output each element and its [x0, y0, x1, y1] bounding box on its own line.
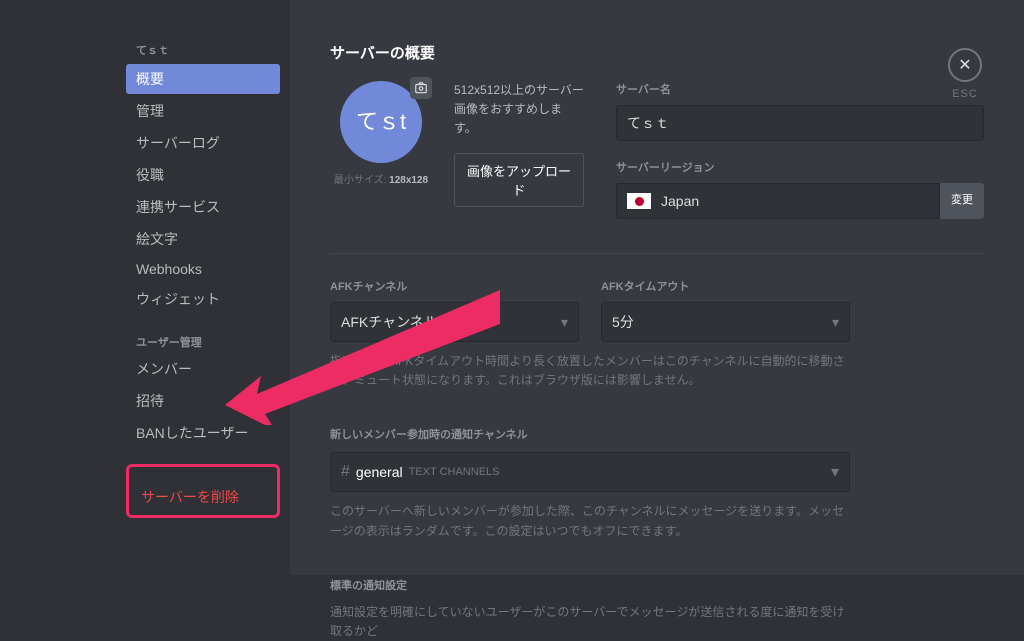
sidebar-item-emoji[interactable]: 絵文字 — [126, 224, 280, 254]
default-notif-help-text: 通知設定を明確にしていないユーザーがこのサーバーでメッセージが送信される度に通知… — [330, 603, 850, 641]
hash-icon: # — [341, 463, 350, 481]
settings-sidebar: てｓｔ 概要 管理 サーバーログ 役職 連携サービス 絵文字 Webhooks … — [0, 0, 290, 575]
change-region-button[interactable]: 変更 — [940, 183, 984, 219]
sidebar-item-invites[interactable]: 招待 — [126, 386, 280, 416]
sidebar-item-overview[interactable]: 概要 — [126, 64, 280, 94]
close-button[interactable]: ✕ ESC — [948, 48, 982, 100]
divider — [330, 253, 984, 254]
default-notif-heading: 標準の通知設定 — [330, 577, 850, 593]
main-content: ✕ ESC サーバーの概要 てｓt 最小サイズ: 128x128 512x512… — [290, 0, 1024, 575]
min-size-text: 最小サイズ: 128x128 — [330, 171, 432, 186]
sidebar-item-members[interactable]: メンバー — [126, 354, 280, 384]
afk-timeout-label: AFKタイムアウト — [601, 278, 850, 294]
sidebar-item-moderation[interactable]: 管理 — [126, 96, 280, 126]
close-label: ESC — [948, 88, 982, 100]
afk-channel-label: AFKチャンネル — [330, 278, 579, 294]
server-region-label: サーバーリージョン — [616, 159, 984, 175]
server-avatar[interactable]: てｓt — [340, 81, 422, 163]
upload-icon[interactable] — [410, 77, 432, 99]
upload-image-button[interactable]: 画像をアップロード — [454, 153, 584, 207]
close-icon: ✕ — [948, 48, 982, 82]
sidebar-item-roles[interactable]: 役職 — [126, 160, 280, 190]
page-title: サーバーの概要 — [330, 42, 984, 63]
sidebar-item-audit-log[interactable]: サーバーログ — [126, 128, 280, 158]
sidebar-item-integrations[interactable]: 連携サービス — [126, 192, 280, 222]
afk-help-text: 指定されたAFKタイムアウト時間より長く放置したメンバーはこのチャンネルに自動的… — [330, 352, 850, 390]
new-member-help-text: このサーバーへ新しいメンバーが参加した際、このチャンネルにメッセージを送ります。… — [330, 502, 850, 540]
sidebar-server-name: てｓｔ — [126, 42, 280, 64]
system-channel-select[interactable]: # general TEXT CHANNELS ▾ — [330, 452, 850, 492]
server-name-input[interactable] — [616, 105, 984, 141]
chevron-down-icon: ▾ — [561, 314, 568, 331]
avatar-initials: てｓt — [344, 111, 418, 133]
sidebar-heading-user-mgmt: ユーザー管理 — [126, 316, 280, 354]
delete-server-highlight: サーバーを削除 — [126, 464, 280, 518]
chevron-down-icon: ▾ — [832, 314, 839, 331]
delete-server-button[interactable]: サーバーを削除 — [131, 481, 249, 513]
new-member-heading: 新しいメンバー参加時の通知チャンネル — [330, 426, 850, 442]
sidebar-item-webhooks[interactable]: Webhooks — [126, 256, 280, 282]
sidebar-item-widget[interactable]: ウィジェット — [126, 284, 280, 314]
image-hint-text: 512x512以上のサーバー画像をおすすめします。 — [454, 81, 584, 139]
server-name-label: サーバー名 — [616, 81, 984, 97]
flag-japan-icon — [627, 193, 651, 209]
chevron-down-icon: ▾ — [831, 462, 839, 482]
server-region-value: Japan — [616, 183, 940, 219]
sidebar-item-bans[interactable]: BANしたユーザー — [126, 418, 280, 448]
afk-channel-select[interactable]: AFKチャンネルなし ▾ — [330, 302, 579, 342]
afk-timeout-select[interactable]: 5分 ▾ — [601, 302, 850, 342]
